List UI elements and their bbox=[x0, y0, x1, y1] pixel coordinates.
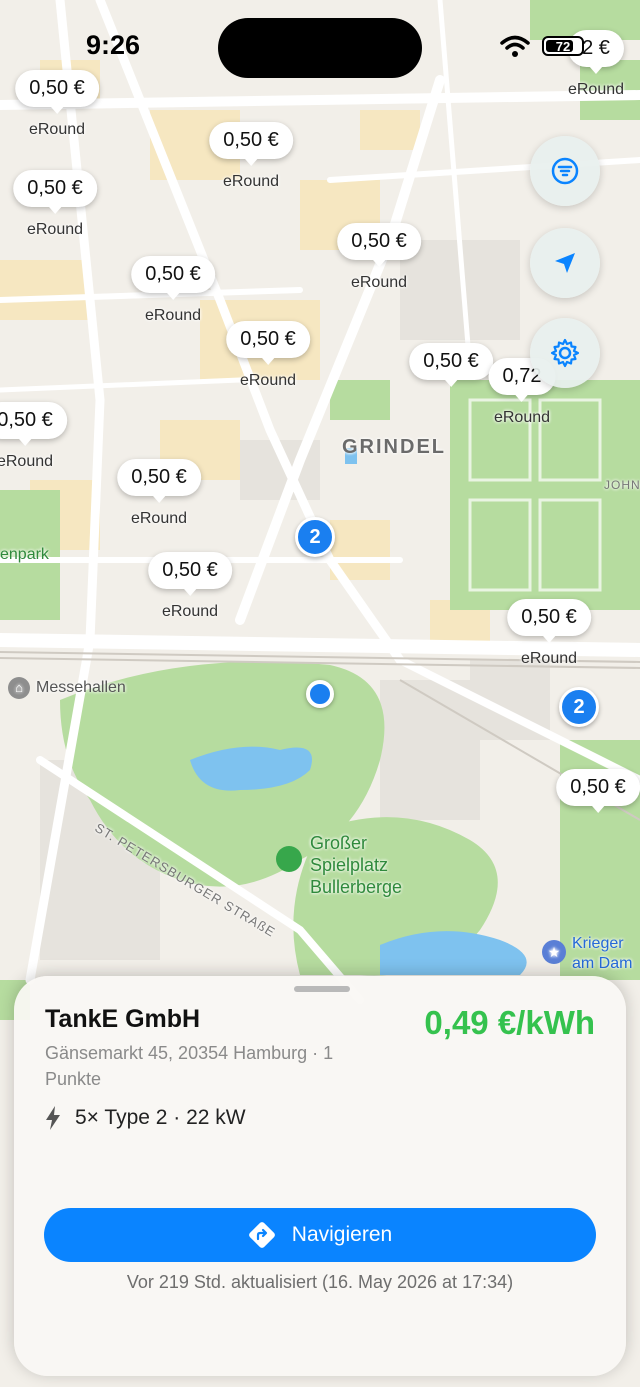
pin-label: eRound bbox=[144, 307, 202, 324]
price-bubble: 0,50 € bbox=[148, 552, 232, 596]
user-location-dot bbox=[306, 680, 334, 708]
price-bubble: 0,50 € bbox=[337, 223, 421, 267]
directions-icon bbox=[248, 1222, 275, 1248]
pin-label: eRound bbox=[28, 121, 86, 138]
sheet-grabber[interactable] bbox=[294, 986, 350, 992]
filter-icon bbox=[551, 157, 579, 185]
price-pin[interactable]: 0,50 € eRound bbox=[0, 402, 67, 471]
price-bubble: 0,50 € bbox=[131, 256, 215, 300]
price-pin[interactable]: 0,50 € eRound bbox=[148, 552, 232, 621]
location-arrow-icon bbox=[555, 253, 575, 273]
pin-label: eRound bbox=[222, 173, 280, 190]
cluster-marker[interactable]: 2 bbox=[559, 687, 599, 727]
park-label: enpark bbox=[0, 546, 49, 563]
poi-label: Krieger am Dam bbox=[572, 935, 633, 972]
price-pin[interactable]: 0,50 € eRound bbox=[507, 599, 591, 668]
playground-icon bbox=[276, 846, 302, 872]
street-label: JOHN bbox=[604, 478, 640, 492]
pin-label: eRound bbox=[161, 603, 219, 620]
district-label: GRINDEL bbox=[342, 436, 446, 458]
price-bubble: 0,50 € bbox=[0, 402, 67, 446]
price-bubble: 0,50 € bbox=[409, 343, 493, 387]
building-icon: ⌂ bbox=[8, 677, 30, 699]
pin-label: eRound bbox=[520, 650, 578, 667]
price-pin[interactable]: 0,50 € bbox=[409, 343, 493, 387]
station-price: 0,49 €/kWh bbox=[424, 1004, 595, 1041]
bolt-icon bbox=[46, 1106, 60, 1130]
battery-icon: 72 bbox=[542, 36, 584, 56]
pin-label: eRound bbox=[26, 221, 84, 238]
navigate-label: Navigieren bbox=[291, 1223, 393, 1246]
price-pin[interactable]: 0,50 € eRound bbox=[209, 122, 293, 191]
price-pin[interactable]: 0,50 € eRound bbox=[13, 170, 97, 239]
dynamic-island bbox=[218, 18, 422, 78]
status-bar: 9:26 72 bbox=[0, 0, 640, 96]
gear-icon bbox=[550, 338, 580, 368]
filter-button[interactable] bbox=[530, 136, 600, 206]
star-icon: ★ bbox=[542, 940, 566, 964]
price-pin[interactable]: 0,50 € eRound bbox=[226, 321, 310, 390]
last-updated: Vor 219 Std. aktualisiert (16. May 2026 … bbox=[126, 1272, 514, 1292]
pin-label: eRound bbox=[130, 510, 188, 527]
price-pin[interactable]: 0,50 € eRound bbox=[117, 459, 201, 528]
operator-name: TankE GmbH bbox=[45, 1005, 201, 1033]
poi-krieger: ★ Krieger am Dam bbox=[542, 934, 640, 974]
navigate-button[interactable]: Navigieren bbox=[44, 1208, 596, 1262]
wifi-icon bbox=[500, 35, 530, 57]
poi-messehallen: ⌂ Messehallen bbox=[8, 677, 126, 699]
battery-level: 72 bbox=[555, 38, 571, 54]
price-bubble: 0,50 € bbox=[13, 170, 97, 214]
pin-label: eRound bbox=[493, 409, 551, 426]
station-address: Gänsemarkt 45, 20354 Hamburg · 1 Punkte bbox=[45, 1043, 334, 1089]
price-bubble: 0,50 € bbox=[209, 122, 293, 166]
price-bubble: 0,50 € bbox=[556, 769, 640, 813]
price-pin[interactable]: 0,50 € eRound bbox=[131, 256, 215, 325]
poi-label: Messehallen bbox=[36, 679, 126, 696]
price-bubble: 0,50 € bbox=[507, 599, 591, 643]
status-time: 9:26 bbox=[86, 30, 141, 60]
price-pin[interactable]: 0,50 € bbox=[556, 769, 640, 813]
poi-playground: Großer Spielplatz Bullerberge bbox=[276, 832, 410, 898]
connector-text: 5× Type 2 · 22 kW bbox=[75, 1106, 246, 1129]
price-bubble: 0,50 € bbox=[117, 459, 201, 503]
pin-label: eRound bbox=[0, 453, 54, 470]
poi-label: Großer Spielplatz Bullerberge bbox=[310, 833, 403, 897]
station-detail-sheet[interactable]: TankE GmbH 0,49 €/kWh Gänsemarkt 45, 203… bbox=[14, 976, 626, 1376]
price-pin[interactable]: 0,50 € eRound bbox=[337, 223, 421, 292]
cluster-marker[interactable]: 2 bbox=[295, 517, 335, 557]
price-bubble: 0,50 € bbox=[226, 321, 310, 365]
settings-button[interactable] bbox=[530, 318, 600, 388]
pin-label: eRound bbox=[350, 274, 408, 291]
connector-info: 5× Type 2 · 22 kW bbox=[45, 1106, 246, 1130]
locate-button[interactable] bbox=[530, 228, 600, 298]
pin-label: eRound bbox=[239, 372, 297, 389]
